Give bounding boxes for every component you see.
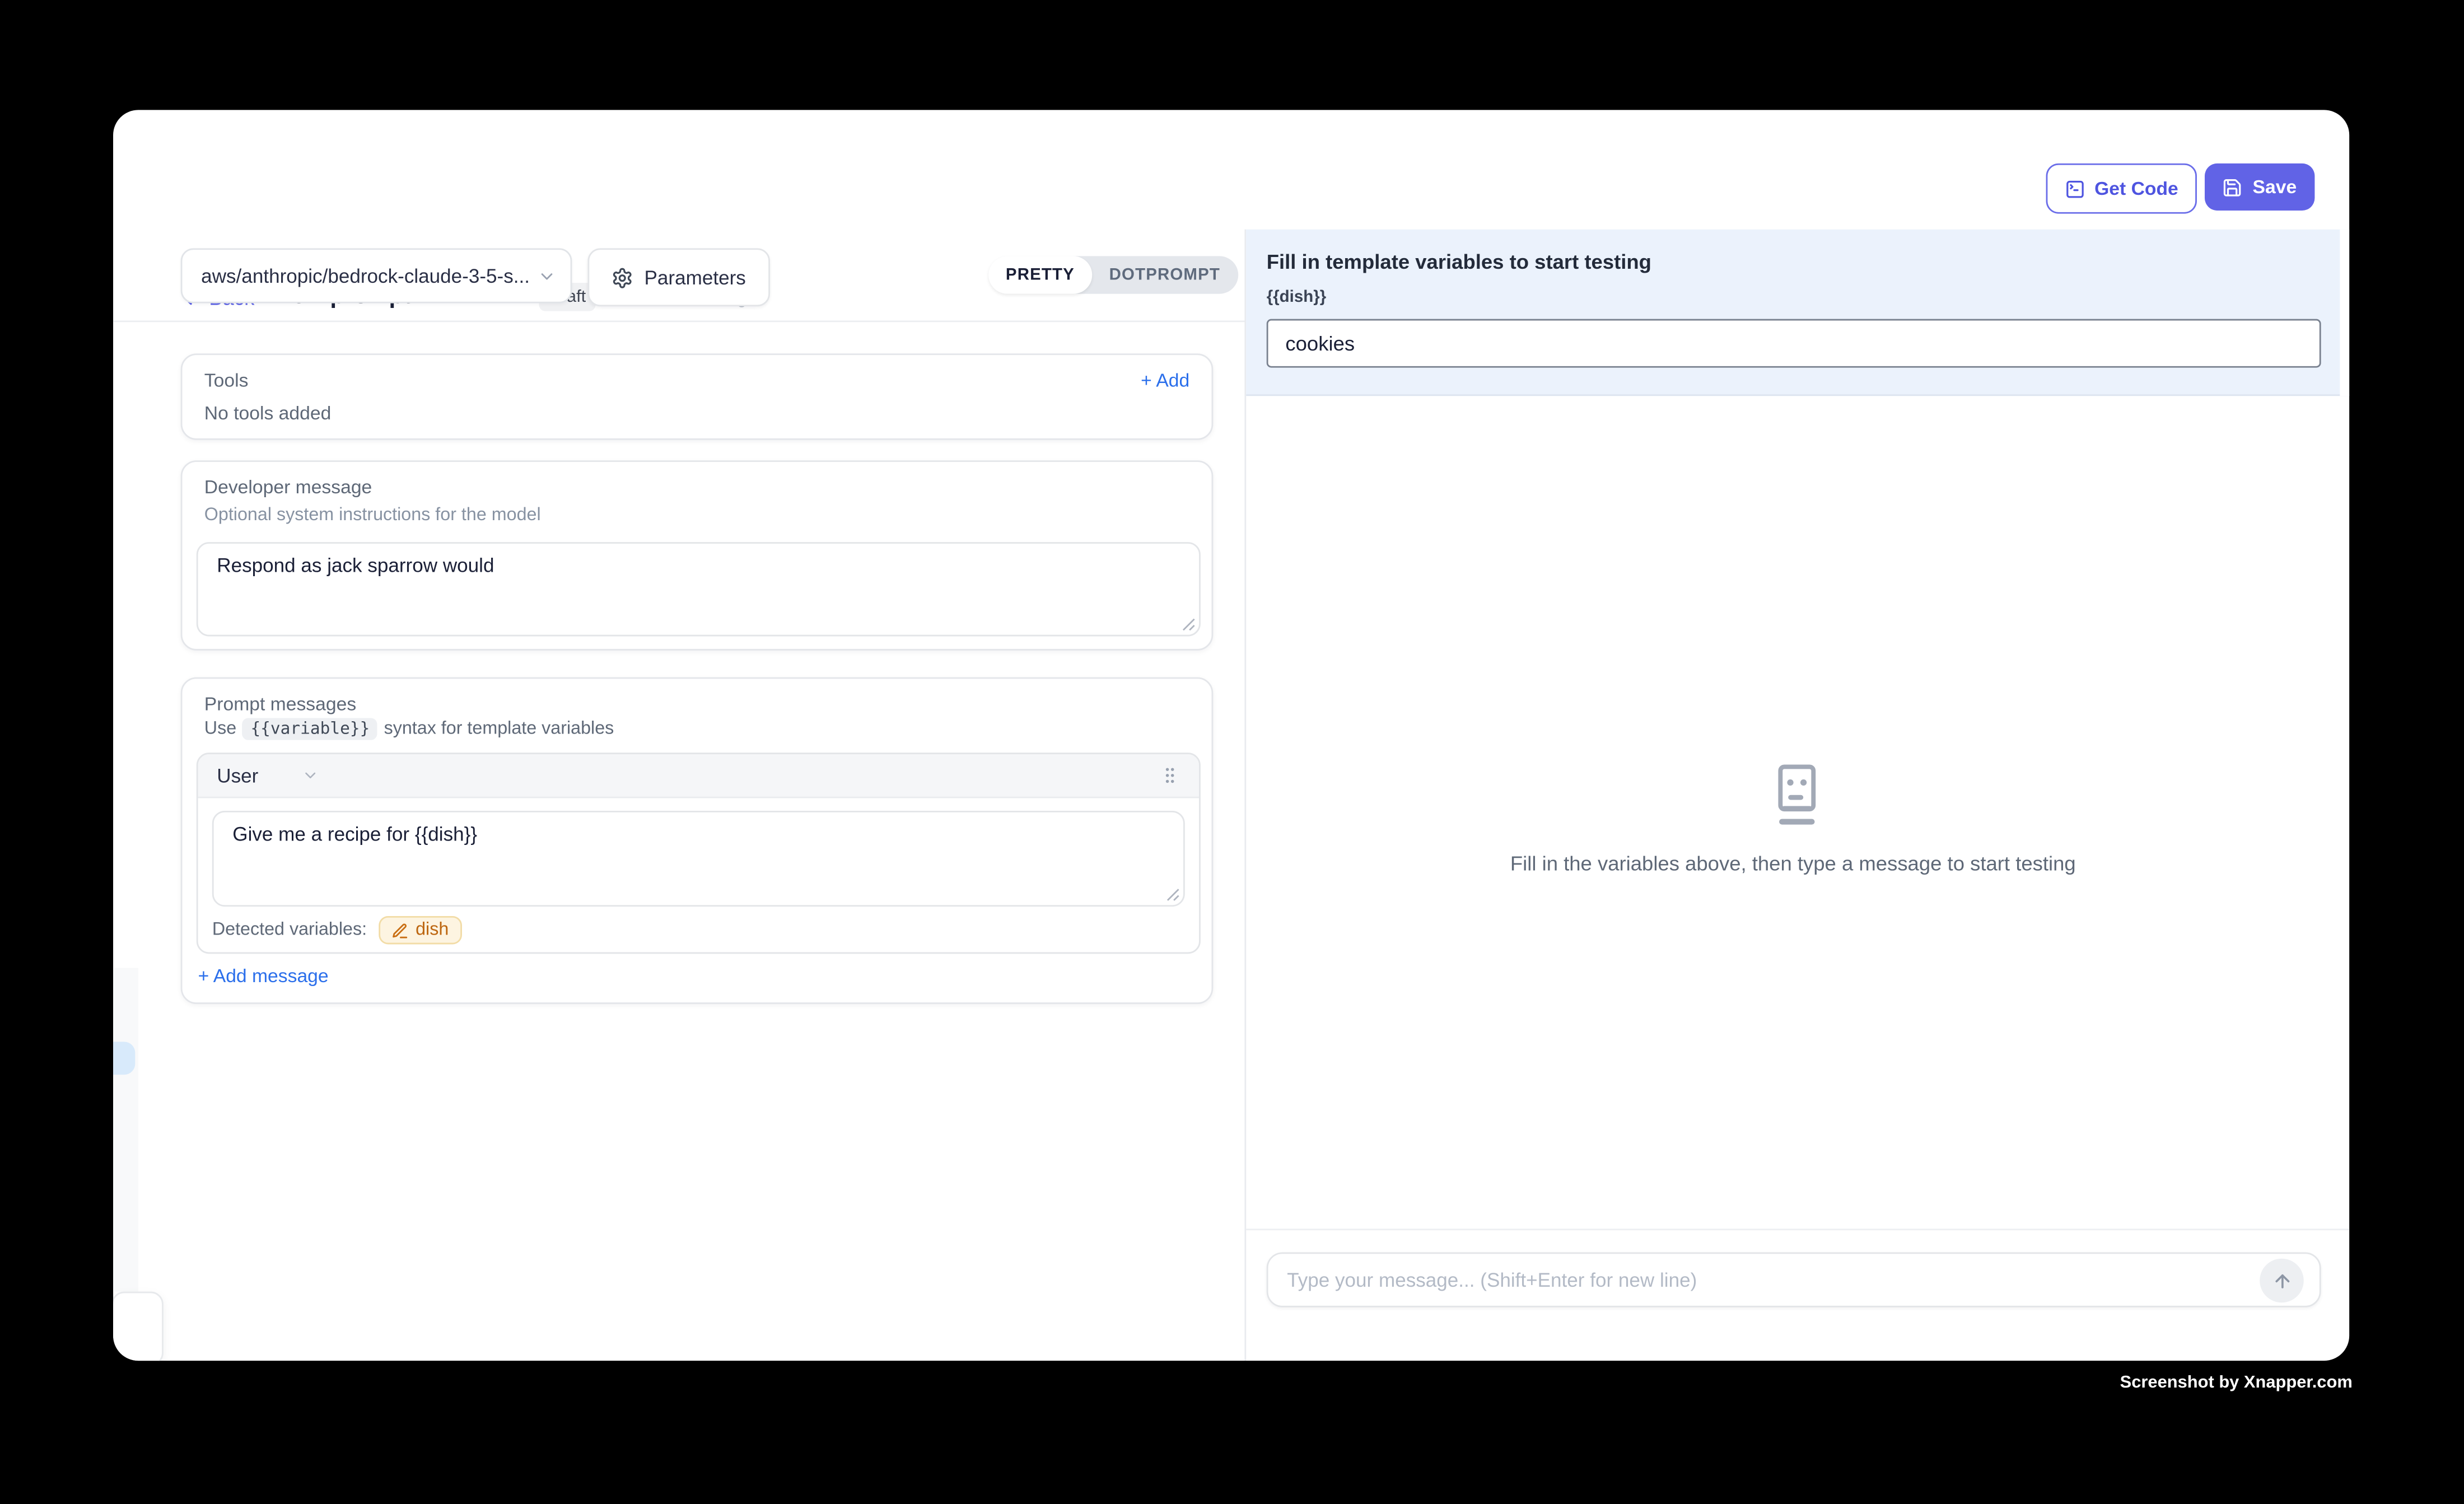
chat-input-divider [1246,1229,2349,1230]
panel-divider [1244,230,1246,1361]
empty-chat-text: Fill in the variables above, then type a… [1359,852,2227,875]
tools-card: Tools + Add No tools added [181,353,1214,440]
prompt-messages-title: Prompt messages [204,693,356,714]
left-edge-panel-fragment [113,968,138,1292]
parameters-label: Parameters [645,267,746,288]
scrollbar-track[interactable] [2340,230,2349,396]
message-role-select[interactable]: User [217,764,320,786]
model-selector[interactable]: aws/anthropic/bedrock-claude-3-5-s... [181,248,572,303]
parameters-button[interactable]: Parameters [587,248,769,306]
developer-message-subtitle: Optional system instructions for the mod… [204,506,541,525]
drag-handle-icon[interactable] [1160,765,1180,786]
save-label: Save [2253,176,2297,198]
detected-variables-label: Detected variables: [212,921,367,940]
chat-input-container [1267,1252,2321,1307]
arrow-up-icon [2271,1271,2292,1291]
variable-name-label: {{dish}} [1267,288,1326,307]
toolbar-divider [113,320,1244,322]
hint-suffix: syntax for template variables [384,720,614,739]
terminal-icon [2065,178,2085,198]
developer-message-card: Developer message Optional system instru… [181,460,1214,651]
add-message-button[interactable]: + Add message [198,965,329,987]
template-variables-panel: Fill in template variables to start test… [1246,230,2349,396]
toggle-dotprompt[interactable]: DOTPROMPT [1092,256,1238,293]
format-toggle: PRETTY DOTPROMPT [988,256,1238,293]
tools-empty-text: No tools added [204,402,332,424]
toggle-pretty[interactable]: PRETTY [988,256,1092,293]
model-selector-value: aws/anthropic/bedrock-claude-3-5-s... [201,265,530,287]
user-message-textarea[interactable] [212,811,1185,907]
send-message-button[interactable] [2260,1259,2304,1303]
prompt-messages-card: Prompt messages Use {{variable}} syntax … [181,677,1214,1004]
gear-icon [612,267,633,288]
empty-chat-robot-icon [1771,764,1823,826]
tools-title: Tools [204,369,249,391]
variables-panel-title: Fill in template variables to start test… [1267,250,1651,273]
screen: Back New prompt Draft Unsaved changes Ge… [0,0,2464,1504]
chat-message-input[interactable] [1268,1254,2320,1306]
left-edge-card-fragment [113,1292,164,1361]
pencil-icon [392,922,409,939]
message-role-value: User [217,764,258,786]
message-block: User Detected variabl [197,753,1201,954]
message-role-header: User [198,754,1199,798]
developer-message-title: Developer message [204,476,372,498]
get-code-label: Get Code [2094,178,2178,199]
user-message-field-wrap [212,811,1185,907]
chevron-down-icon [302,767,320,784]
hint-prefix: Use [204,720,236,739]
variable-badge-dish[interactable]: dish [380,916,461,945]
variable-value-input[interactable] [1267,319,2321,368]
watermark-text: Screenshot by Xnapper.com [2120,1374,2353,1393]
prompt-editor-window: Back New prompt Draft Unsaved changes Ge… [113,110,2349,1361]
variable-syntax-chip: {{variable}} [242,718,377,740]
template-hint: Use {{variable}} syntax for template var… [204,718,614,740]
developer-message-field-wrap [197,542,1201,636]
save-button[interactable]: Save [2205,164,2314,211]
variable-badge-label: dish [416,921,449,940]
chevron-down-icon [538,267,557,286]
add-tool-button[interactable]: + Add [1141,369,1189,391]
save-icon [2223,177,2243,197]
get-code-button[interactable]: Get Code [2046,164,2197,214]
left-edge-highlight-fragment [113,1041,135,1075]
detected-variables-row: Detected variables: dish [212,916,461,945]
developer-message-textarea[interactable] [197,542,1201,636]
